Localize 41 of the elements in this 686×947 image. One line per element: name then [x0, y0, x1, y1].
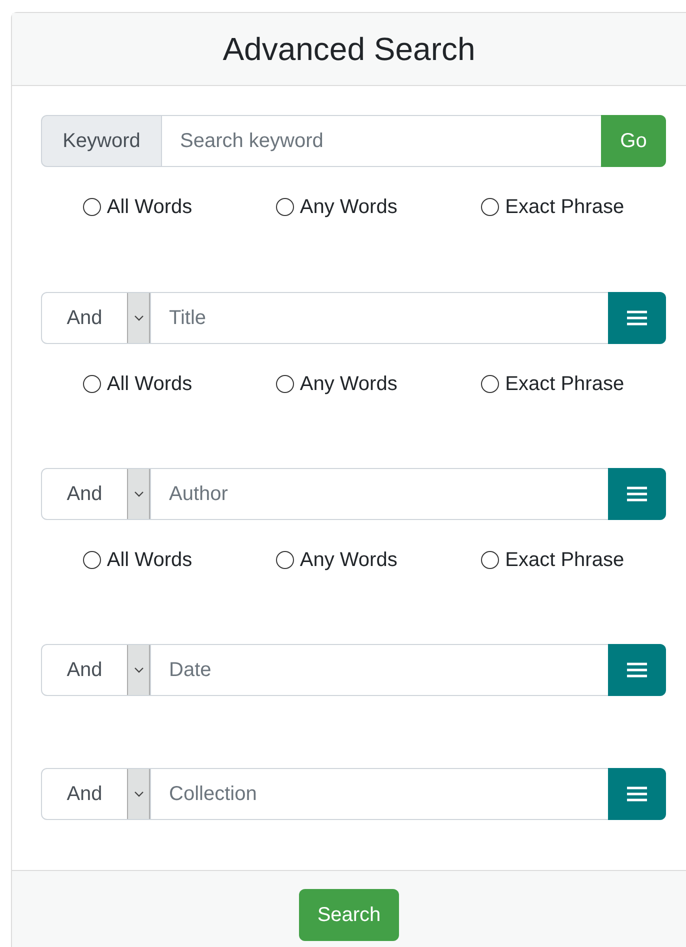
radio-button[interactable] — [82, 375, 101, 393]
menu-icon — [627, 662, 647, 678]
operator-select[interactable]: And — [41, 768, 151, 820]
radio-option[interactable]: Exact Phrase — [481, 548, 624, 572]
radio-button[interactable] — [82, 551, 101, 569]
menu-icon — [627, 486, 647, 502]
card-title: Advanced Search — [222, 30, 476, 69]
keyword-label: Keyword — [41, 115, 162, 167]
menu-button[interactable] — [608, 644, 666, 696]
criteria-field[interactable]: Collection — [151, 768, 608, 820]
operator-select[interactable]: And — [41, 468, 151, 520]
operator-select[interactable]: And — [41, 292, 151, 344]
menu-icon — [627, 786, 647, 802]
operator-select[interactable]: And — [41, 644, 151, 696]
chevron-down-icon — [134, 667, 144, 673]
radio-button[interactable] — [276, 551, 294, 569]
radio-option[interactable]: Any Words — [276, 372, 398, 396]
menu-button[interactable] — [608, 768, 666, 820]
radio-button[interactable] — [481, 375, 500, 393]
menu-button[interactable] — [608, 292, 666, 344]
criteria-field[interactable]: Author — [151, 468, 608, 520]
radio-option[interactable]: All Words — [82, 372, 192, 396]
radio-button[interactable] — [481, 198, 500, 216]
radio-option[interactable]: All Words — [82, 548, 192, 572]
radio-option[interactable]: Any Words — [276, 195, 398, 219]
chevron-down-icon — [134, 791, 144, 797]
menu-icon — [627, 310, 647, 326]
radio-option[interactable]: Exact Phrase — [481, 372, 624, 396]
chevron-down-icon — [134, 315, 144, 321]
criteria-field[interactable]: Date — [151, 644, 608, 696]
radio-button[interactable] — [276, 375, 294, 393]
keyword-field[interactable]: Search keyword — [162, 115, 601, 167]
radio-button[interactable] — [481, 551, 500, 569]
radio-option[interactable]: Exact Phrase — [481, 195, 624, 219]
menu-button[interactable] — [608, 468, 666, 520]
chevron-down-icon — [134, 491, 144, 497]
criteria-field[interactable]: Title — [151, 292, 608, 344]
radio-button[interactable] — [82, 198, 101, 216]
radio-option[interactable]: All Words — [82, 195, 192, 219]
radio-button[interactable] — [276, 198, 294, 216]
radio-option[interactable]: Any Words — [276, 548, 398, 572]
